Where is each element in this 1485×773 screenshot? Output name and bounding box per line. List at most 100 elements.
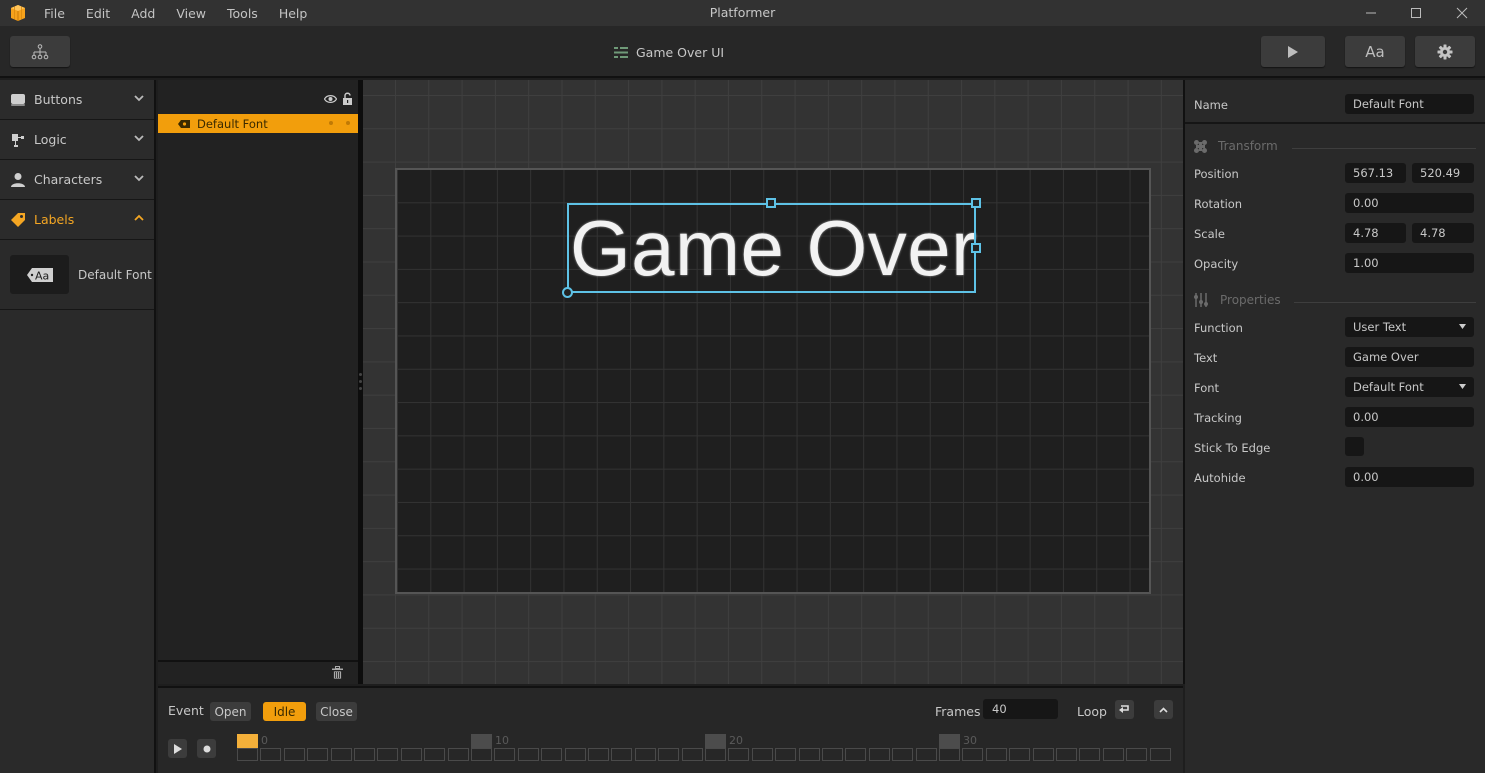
maximize-button[interactable]	[1393, 0, 1439, 26]
timeline-record-button[interactable]	[197, 739, 216, 758]
font-button[interactable]: Aa	[1345, 36, 1405, 67]
frame-cell[interactable]	[354, 748, 375, 761]
font-select[interactable]: Default Font	[1345, 377, 1474, 397]
frame-cell[interactable]	[447, 748, 469, 761]
collapse-timeline-button[interactable]	[1154, 700, 1173, 719]
resize-handle-top[interactable]	[766, 198, 776, 208]
menu-tools[interactable]: Tools	[227, 6, 258, 21]
frame-cell[interactable]	[588, 748, 609, 761]
category-logic[interactable]: Logic	[0, 120, 154, 160]
frame-cell[interactable]	[939, 748, 960, 761]
settings-button[interactable]	[1415, 36, 1475, 67]
frame-cell[interactable]	[868, 748, 890, 761]
design-canvas[interactable]	[363, 80, 1183, 684]
menu-add[interactable]: Add	[131, 6, 155, 21]
position-y-field[interactable]: 520.49	[1412, 163, 1474, 183]
frame-cell[interactable]	[1009, 748, 1031, 761]
category-labels[interactable]: Labels	[0, 200, 154, 240]
resize-handle-right[interactable]	[971, 243, 981, 253]
frame-cell[interactable]	[611, 748, 633, 761]
category-buttons[interactable]: Buttons	[0, 80, 154, 120]
frame-cell[interactable]	[494, 748, 516, 761]
rotation-field[interactable]: 0.00	[1345, 193, 1474, 213]
frame-cell[interactable]	[1126, 748, 1148, 761]
close-button[interactable]	[1439, 0, 1485, 26]
text-field[interactable]: Game Over	[1345, 347, 1474, 367]
frame-cell[interactable]	[564, 748, 586, 761]
frame-cell[interactable]	[845, 748, 867, 761]
frame-cell[interactable]	[517, 748, 539, 761]
stick-to-edge-checkbox[interactable]	[1345, 437, 1364, 456]
frame-marker[interactable]	[471, 734, 492, 748]
frame-cell[interactable]	[681, 748, 703, 761]
resize-handle-top-right[interactable]	[971, 198, 981, 208]
menu-edit[interactable]: Edit	[86, 6, 110, 21]
eye-icon[interactable]	[324, 94, 337, 104]
frame-cell[interactable]	[1056, 748, 1077, 761]
position-x-field[interactable]: 567.13	[1345, 163, 1406, 183]
menu-help[interactable]: Help	[279, 6, 308, 21]
frame-cell[interactable]	[892, 748, 914, 761]
frames-field[interactable]: 40	[983, 699, 1058, 719]
frame-cell[interactable]	[1149, 748, 1171, 761]
scale-x-field[interactable]: 4.78	[1345, 223, 1406, 243]
frame-cell[interactable]	[307, 748, 329, 761]
autohide-field[interactable]: 0.00	[1345, 467, 1474, 487]
minimize-button[interactable]	[1348, 0, 1394, 26]
frame-cell[interactable]	[985, 748, 1007, 761]
tracking-field[interactable]: 0.00	[1345, 407, 1474, 427]
frame-cell[interactable]	[260, 748, 282, 761]
lock-dot[interactable]	[346, 121, 350, 125]
current-frame-marker[interactable]	[237, 734, 258, 748]
frame-cell[interactable]	[915, 748, 937, 761]
frame-number-label: 20	[729, 734, 743, 747]
lock-icon[interactable]	[342, 92, 353, 105]
font-row: Font Default Font	[1194, 377, 1476, 397]
event-close-button[interactable]: Close	[316, 702, 357, 721]
person-icon	[11, 172, 25, 187]
scale-y-field[interactable]: 4.78	[1412, 223, 1474, 243]
frame-cell[interactable]	[237, 748, 258, 761]
event-idle-button[interactable]: Idle	[263, 702, 306, 721]
event-open-button[interactable]: Open	[210, 702, 251, 721]
tag-icon	[11, 212, 25, 227]
frame-cell[interactable]	[751, 748, 773, 761]
frame-cell[interactable]	[1079, 748, 1101, 761]
hierarchy-button[interactable]	[10, 36, 70, 67]
inspector-divider	[1185, 122, 1485, 124]
frame-cell[interactable]	[822, 748, 843, 761]
frame-cell[interactable]	[705, 748, 726, 761]
frame-marker[interactable]	[705, 734, 726, 748]
selection-box[interactable]	[567, 203, 976, 293]
frame-cell[interactable]	[471, 748, 492, 761]
menu-view[interactable]: View	[176, 6, 206, 21]
frame-cell[interactable]	[634, 748, 656, 761]
frame-cell[interactable]	[377, 748, 399, 761]
pivot-handle[interactable]	[562, 287, 573, 298]
visibility-dot[interactable]	[329, 121, 333, 125]
frame-cell[interactable]	[541, 748, 563, 761]
play-button[interactable]	[1261, 36, 1325, 67]
frame-cell[interactable]	[798, 748, 820, 761]
category-characters[interactable]: Characters	[0, 160, 154, 200]
name-field[interactable]: Default Font	[1345, 94, 1474, 114]
frame-cell[interactable]	[658, 748, 680, 761]
menu-file[interactable]: File	[44, 6, 65, 21]
frame-cell[interactable]	[400, 748, 422, 761]
loop-toggle[interactable]	[1115, 700, 1134, 719]
frame-marker[interactable]	[939, 734, 960, 748]
layer-item-default-font[interactable]: Default Font	[158, 114, 358, 133]
frame-cell[interactable]	[330, 748, 352, 761]
trash-icon[interactable]	[332, 666, 343, 679]
function-select[interactable]: User Text	[1345, 317, 1474, 337]
frame-cell[interactable]	[1102, 748, 1124, 761]
frame-cell[interactable]	[283, 748, 305, 761]
frame-cell[interactable]	[728, 748, 750, 761]
frame-cell[interactable]	[775, 748, 797, 761]
asset-default-font[interactable]: Aa	[10, 255, 69, 294]
frame-cell[interactable]	[962, 748, 984, 761]
opacity-field[interactable]: 1.00	[1345, 253, 1474, 273]
frame-cell[interactable]	[424, 748, 446, 761]
timeline-play-button[interactable]	[168, 739, 187, 758]
frame-cell[interactable]	[1032, 748, 1054, 761]
